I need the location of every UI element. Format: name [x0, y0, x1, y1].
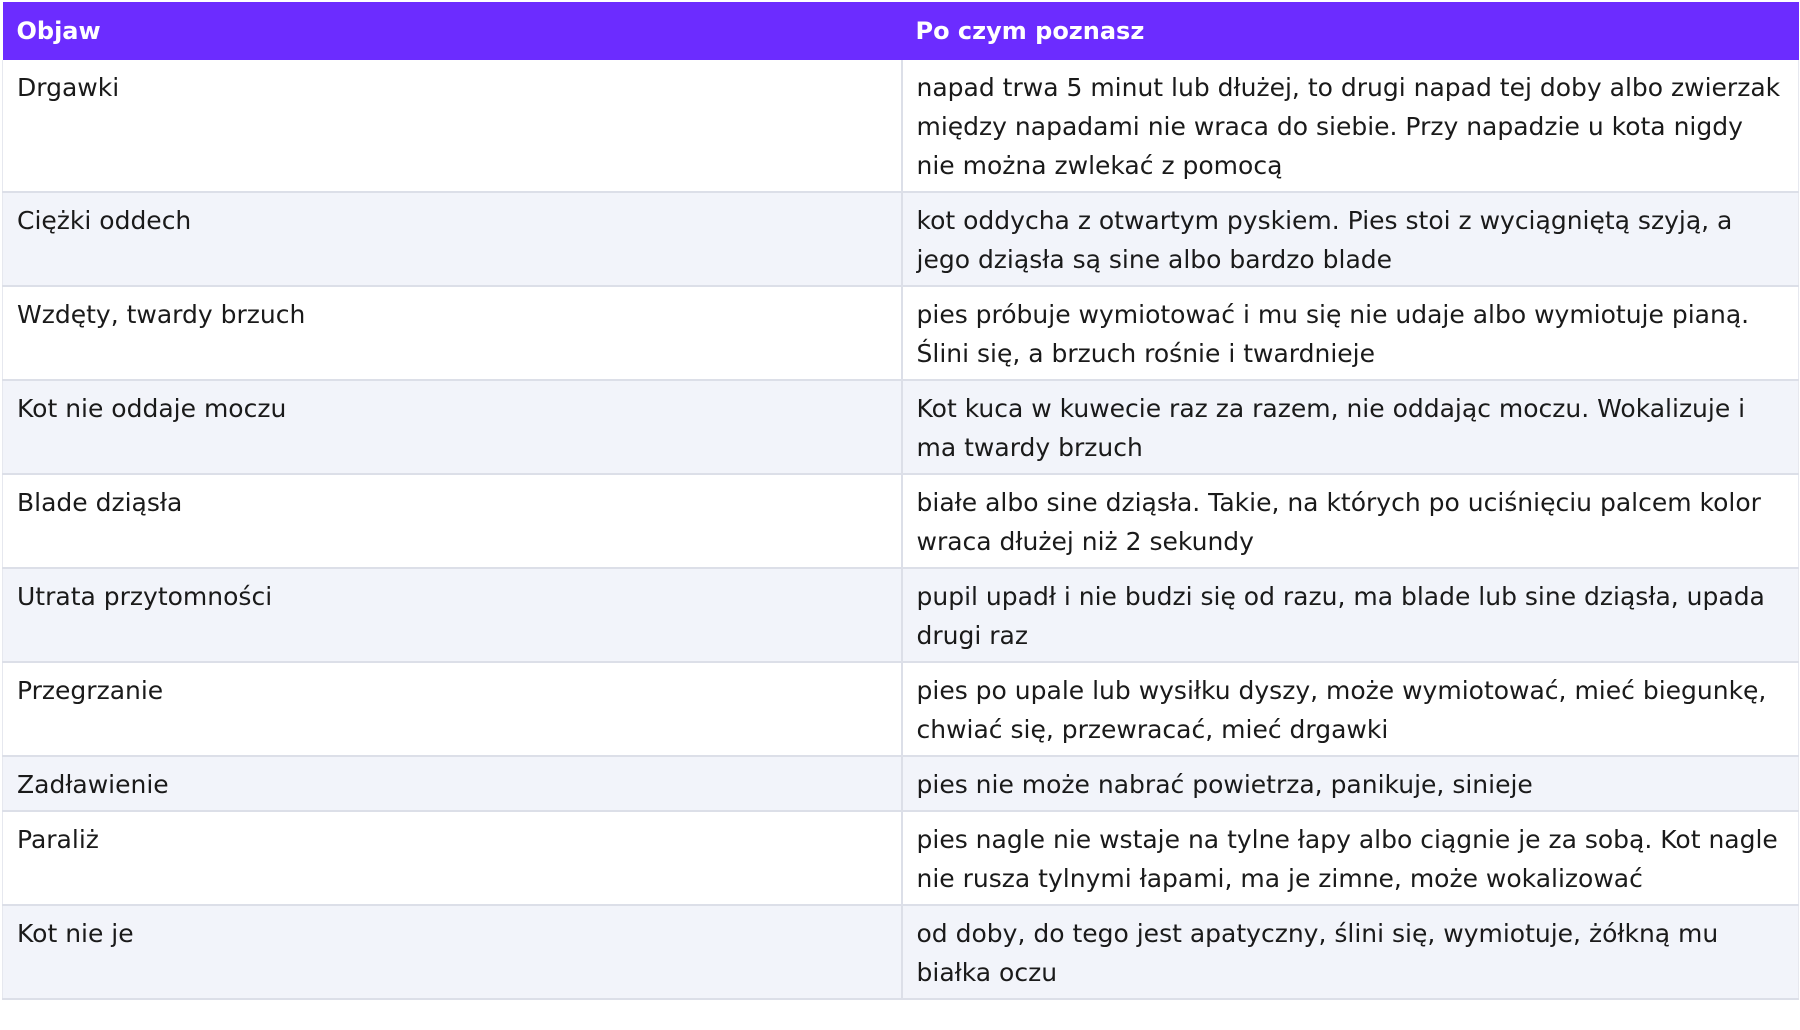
symptoms-table: Objaw Po czym poznasz Drgawki napad trwa… — [2, 2, 1799, 1000]
description-cell: pies nagle nie wstaje na tylne łapy albo… — [901, 811, 1799, 906]
description-cell: kot oddycha z otwartym pyskiem. Pies sto… — [901, 192, 1799, 287]
symptom-cell: Kot nie je — [2, 905, 903, 1000]
table-row: Blade dziąsła białe albo sine dziąsła. T… — [2, 474, 1799, 569]
table-row: Drgawki napad trwa 5 minut lub dłużej, t… — [2, 60, 1799, 193]
table-row: Kot nie je od doby, do tego jest apatycz… — [2, 905, 1799, 1000]
symptom-cell: Kot nie oddaje moczu — [2, 380, 903, 475]
description-cell: od doby, do tego jest apatyczny, ślini s… — [901, 905, 1799, 1000]
table-row: Kot nie oddaje moczu Kot kuca w kuwecie … — [2, 380, 1799, 475]
description-cell: białe albo sine dziąsła. Takie, na który… — [901, 474, 1799, 569]
table-row: Przegrzanie pies po upale lub wysiłku dy… — [2, 662, 1799, 757]
table-row: Zadławienie pies nie może nabrać powietr… — [2, 756, 1799, 812]
symptom-cell: Ciężki oddech — [2, 192, 903, 287]
description-cell: Kot kuca w kuwecie raz za razem, nie odd… — [901, 380, 1799, 475]
symptoms-table-container: Objaw Po czym poznasz Drgawki napad trwa… — [2, 2, 1799, 1000]
symptom-cell: Drgawki — [2, 60, 903, 193]
table-row: Utrata przytomności pupil upadł i nie bu… — [2, 568, 1799, 663]
table-row: Paraliż pies nagle nie wstaje na tylne ł… — [2, 811, 1799, 906]
symptom-cell: Przegrzanie — [2, 662, 903, 757]
description-cell: pies po upale lub wysiłku dyszy, może wy… — [901, 662, 1799, 757]
table-row: Ciężki oddech kot oddycha z otwartym pys… — [2, 192, 1799, 287]
description-cell: napad trwa 5 minut lub dłużej, to drugi … — [901, 60, 1799, 193]
table-row: Wzdęty, twardy brzuch pies próbuje wymio… — [2, 286, 1799, 381]
symptom-cell: Wzdęty, twardy brzuch — [2, 286, 903, 381]
symptom-cell: Blade dziąsła — [2, 474, 903, 569]
description-cell: pupil upadł i nie budzi się od razu, ma … — [901, 568, 1799, 663]
symptom-cell: Utrata przytomności — [2, 568, 903, 663]
description-cell: pies nie może nabrać powietrza, panikuje… — [901, 756, 1799, 812]
description-cell: pies próbuje wymiotować i mu się nie uda… — [901, 286, 1799, 381]
header-row: Objaw Po czym poznasz — [2, 2, 1799, 60]
header-how-to-recognize: Po czym poznasz — [901, 2, 1799, 60]
table-body: Drgawki napad trwa 5 minut lub dłużej, t… — [2, 60, 1799, 1000]
header-symptom: Objaw — [2, 2, 902, 60]
symptom-cell: Paraliż — [2, 811, 903, 906]
table-header: Objaw Po czym poznasz — [2, 2, 1799, 60]
symptom-cell: Zadławienie — [2, 756, 903, 812]
